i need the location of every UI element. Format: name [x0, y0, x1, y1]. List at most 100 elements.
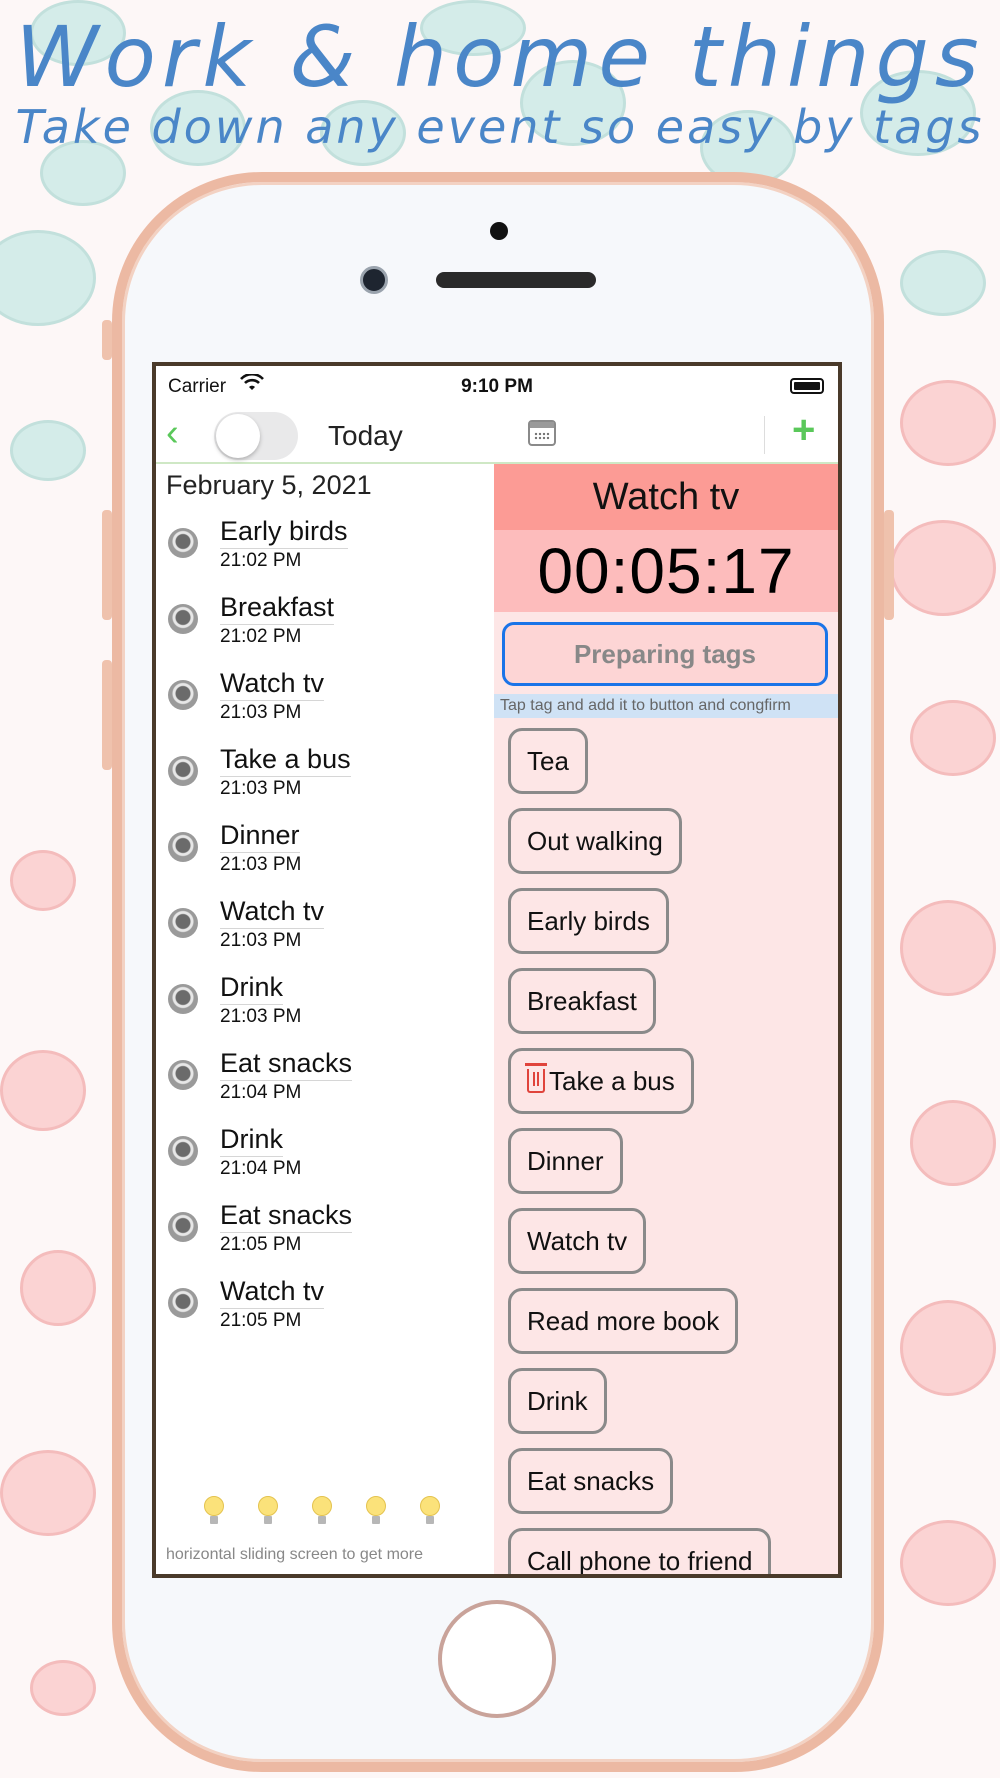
slide-hint: horizontal sliding screen to get more — [166, 1546, 424, 1563]
list-item[interactable]: Early birds 21:02 PM — [168, 516, 488, 586]
pebble — [30, 1660, 96, 1716]
home-button[interactable] — [438, 1600, 556, 1718]
front-sensor — [490, 222, 508, 240]
phone-side-button — [884, 510, 894, 620]
event-time: 21:03 PM — [220, 778, 302, 799]
tag-button[interactable]: Eat snacks — [508, 1448, 674, 1514]
preparing-tags-button[interactable]: Preparing tags — [502, 622, 828, 686]
event-name: Take a bus — [220, 744, 351, 777]
radio-icon[interactable] — [168, 756, 198, 786]
tag-button[interactable]: Breakfast — [508, 968, 656, 1034]
event-time: 21:04 PM — [220, 1082, 302, 1103]
radio-icon[interactable] — [168, 832, 198, 862]
radio-icon[interactable] — [168, 1060, 198, 1090]
list-item[interactable]: Eat snacks 21:05 PM — [168, 1200, 488, 1270]
radio-icon[interactable] — [168, 528, 198, 558]
radio-icon[interactable] — [168, 1212, 198, 1242]
tag-label: Breakfast — [527, 986, 637, 1016]
event-name: Dinner — [220, 820, 300, 853]
list-item[interactable]: Eat snacks 21:04 PM — [168, 1048, 488, 1118]
event-time: 21:03 PM — [220, 930, 302, 951]
radio-icon[interactable] — [168, 680, 198, 710]
radio-icon[interactable] — [168, 908, 198, 938]
earpiece-speaker — [436, 272, 596, 288]
radio-icon[interactable] — [168, 1288, 198, 1318]
lightbulb-icon — [312, 1496, 332, 1526]
tag-button[interactable]: Tea — [508, 728, 588, 794]
page-indicator-bulbs — [204, 1496, 464, 1536]
list-item[interactable]: Take a bus 21:03 PM — [168, 744, 488, 814]
tag-label: Tea — [527, 746, 569, 776]
event-name: Eat snacks — [220, 1048, 353, 1081]
list-item[interactable]: Watch tv 21:03 PM — [168, 668, 488, 738]
tag-button[interactable]: Drink — [508, 1368, 607, 1434]
radio-icon[interactable] — [168, 984, 198, 1014]
list-item[interactable]: Dinner 21:03 PM — [168, 820, 488, 890]
list-item[interactable]: Breakfast 21:02 PM — [168, 592, 488, 662]
tag-button[interactable]: Watch tv — [508, 1208, 647, 1274]
tag-label: Out walking — [527, 826, 663, 856]
pebble — [900, 1300, 996, 1396]
toggle-knob — [216, 414, 260, 458]
tag-button[interactable]: Out walking — [508, 808, 682, 874]
tag-label: Take a bus — [549, 1066, 675, 1096]
tag-label: Call phone to friend — [527, 1546, 753, 1576]
event-name: Watch tv — [220, 1276, 325, 1309]
tag-button[interactable]: Dinner — [508, 1128, 623, 1194]
tag-label: Eat snacks — [527, 1466, 655, 1496]
tag-button[interactable]: Read more book — [508, 1288, 739, 1354]
event-time: 21:02 PM — [220, 626, 302, 647]
list-item[interactable]: Drink 21:04 PM — [168, 1124, 488, 1194]
tag-panel: Watch tv 00:05:17 Preparing tags Tap tag… — [494, 464, 838, 1576]
tag-label: Watch tv — [527, 1226, 628, 1256]
nav-title: Today — [328, 420, 403, 451]
event-time: 21:03 PM — [220, 854, 302, 875]
list-date: February 5, 2021 — [166, 470, 372, 500]
radio-icon[interactable] — [168, 1136, 198, 1166]
pebble — [0, 230, 96, 326]
event-name: Early birds — [220, 516, 348, 549]
event-list-panel[interactable]: February 5, 2021 Early birds 21:02 PM Brea… — [156, 464, 494, 1574]
event-name: Drink — [220, 972, 284, 1005]
lightbulb-icon — [204, 1496, 224, 1526]
list-item[interactable]: Watch tv 21:03 PM — [168, 896, 488, 966]
radio-icon[interactable] — [168, 604, 198, 634]
event-time: 21:03 PM — [220, 1006, 302, 1027]
phone-side-button — [102, 320, 112, 360]
battery-icon — [790, 378, 824, 394]
headline-title: Work & home things — [15, 8, 985, 106]
tag-label: Read more book — [527, 1306, 720, 1336]
event-name: Watch tv — [220, 668, 325, 701]
event-name: Watch tv — [220, 896, 325, 929]
list-item[interactable]: Drink 21:03 PM — [168, 972, 488, 1042]
pebble — [910, 1100, 996, 1186]
pebble — [900, 250, 986, 316]
event-time: 21:04 PM — [220, 1158, 302, 1179]
lightbulb-icon — [366, 1496, 386, 1526]
event-time: 21:05 PM — [220, 1234, 302, 1255]
tag-button[interactable]: Take a bus — [508, 1048, 694, 1114]
pebble — [0, 1450, 96, 1536]
pebble — [20, 1250, 96, 1326]
tag-button[interactable]: Early birds — [508, 888, 669, 954]
trash-icon[interactable] — [525, 1063, 547, 1093]
event-time: 21:02 PM — [220, 550, 302, 571]
lightbulb-icon — [420, 1496, 440, 1526]
back-chevron-icon[interactable]: ‹ — [166, 412, 179, 455]
tag-button[interactable]: Call phone to friend — [508, 1528, 772, 1576]
pebble — [910, 700, 996, 776]
event-time: 21:05 PM — [220, 1310, 302, 1331]
phone-side-button — [102, 510, 112, 620]
pebble — [10, 420, 86, 481]
tag-label: Dinner — [527, 1146, 604, 1176]
calendar-icon[interactable] — [528, 420, 556, 446]
headline-subtitle: Take down any event so easy by tags — [15, 100, 985, 154]
phone-side-button — [102, 660, 112, 770]
list-item[interactable]: Watch tv 21:05 PM — [168, 1276, 488, 1346]
status-time: 9:10 PM — [461, 376, 533, 397]
today-toggle[interactable] — [214, 412, 298, 460]
pebble — [0, 1050, 86, 1131]
event-time: 21:03 PM — [220, 702, 302, 723]
pebble — [10, 850, 76, 911]
add-plus-icon[interactable]: + — [792, 408, 815, 453]
